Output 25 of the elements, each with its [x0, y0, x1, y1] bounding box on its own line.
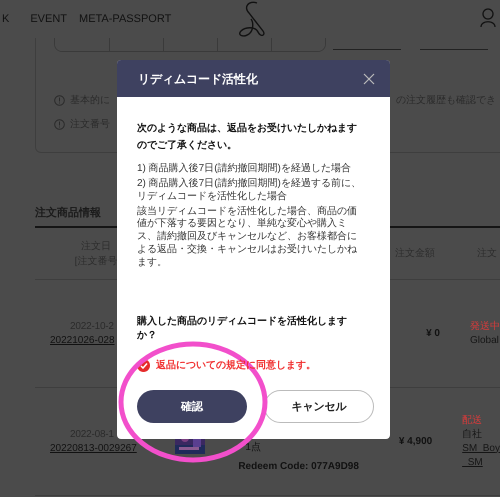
confirm-button[interactable]: 確認 [137, 390, 247, 424]
order-number-link[interactable]: 20220813-0029267 [50, 442, 137, 456]
condition-text: 1) 商品購入後7日(請約撤回期間)を経過した場合 [137, 162, 352, 176]
dialog-note: 該当リディムコードを活性化した場合、商品の価値が下落する要因となり、単純な変心や購入ミス、請約撤回及びキャンセルなど、お客様都合による返品・交換・キャンセルはお受けいたしかねます。 [137, 206, 358, 270]
dialog-question: 購入した商品のリディムコードを活性化しますか？ [137, 315, 348, 344]
cancel-button[interactable]: キャンセル [264, 390, 374, 424]
order-status: 発送中 [470, 320, 500, 334]
user-icon[interactable] [480, 8, 496, 28]
nav-link[interactable]: EVENT [30, 10, 68, 28]
condition-text: 2) 商品購入後7日(請約撤回期間)を経過する前に、リディムコードを活性化した場合 [137, 176, 361, 204]
order-amount: ¥ 4,900 [398, 435, 432, 449]
order-amount: ¥ 0 [425, 327, 440, 341]
dialog-intro: 次のような商品は、返品をお受けいたしかねますのでご了承ください。 [137, 121, 358, 153]
order-number-link[interactable]: 20221026-028 [50, 334, 115, 348]
close-button[interactable] [362, 72, 376, 86]
info-icon [54, 94, 65, 106]
quantity-text: 1点 [245, 440, 261, 454]
dialog-title: リディムコード活性化 [138, 70, 258, 88]
redeem-code: Redeem Code: 077A9D98 [238, 460, 359, 474]
check-icon [140, 362, 148, 370]
info-icon [54, 118, 65, 130]
order-status: 配送 [462, 414, 484, 428]
nav-link[interactable]: K [2, 10, 10, 28]
nav-link[interactable]: META-PASSPORT [79, 10, 172, 28]
logo-icon[interactable] [237, 1, 268, 37]
